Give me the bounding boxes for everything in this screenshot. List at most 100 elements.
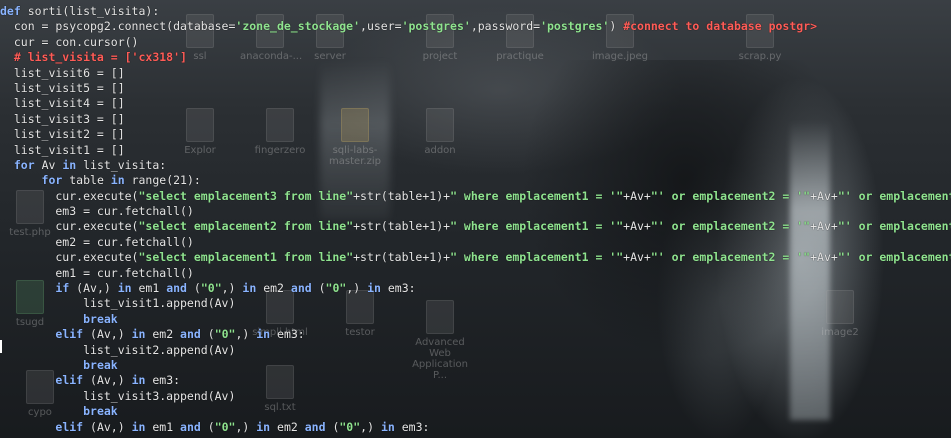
code-keyword: in [131, 419, 146, 434]
code-string: "0" [325, 281, 347, 296]
code-text: list_visit3.append(Av) [0, 388, 236, 403]
code-line: elif (Av,) in em3: [0, 373, 951, 388]
code-text: sorti(list_visita): [20, 4, 160, 18]
code-keyword: elif [55, 327, 84, 342]
code-text: ,) [221, 281, 243, 296]
code-string: "' or emplacement2 = '" [650, 219, 811, 234]
code-string: " where emplacement1 = '" [450, 219, 624, 234]
code-text: list_visit5 = [] [0, 80, 125, 95]
code-text: +Av+ [623, 250, 651, 265]
code-text: list_visit4 = [] [0, 96, 125, 111]
code-text: range(21): [124, 173, 201, 188]
code-line: for Av in list_visita: [0, 158, 951, 173]
code-text: em1 = cur.fetchall() [0, 265, 194, 280]
code-keyword: in [131, 373, 146, 388]
code-keyword: and [304, 419, 326, 434]
code-keyword: break [83, 311, 118, 326]
code-line: break [0, 312, 951, 327]
code-line: cur = con.cursor() [0, 35, 951, 50]
code-text: em2 [270, 419, 305, 434]
code-keyword: for [13, 157, 35, 172]
code-text: list_visit6 = [] [0, 65, 125, 80]
code-text: ( [186, 281, 201, 296]
code-keyword: in [256, 419, 271, 434]
code-text: list_visit1 = [] [0, 142, 125, 157]
code-line: if (Av,) in em1 and ("0",) in em2 and ("… [0, 281, 951, 296]
code-text: ,) [235, 419, 257, 434]
code-text: (Av,) [83, 327, 132, 342]
code-line: list_visit2 = [] [0, 127, 951, 142]
code-text: em1 [131, 281, 167, 296]
code-text: ,) [346, 281, 368, 296]
code-line: list_visit3 = [] [0, 112, 951, 127]
code-text: em2 [145, 327, 181, 342]
code-line: cur.execute("select emplacement3 from li… [0, 189, 951, 204]
code-text: list_visit2 = [] [0, 127, 125, 142]
code-line: cur.execute("select emplacement2 from li… [0, 219, 951, 234]
code-text: em2 = cur.fetchall() [0, 234, 194, 249]
code-string: "' or emplacement3 = '" [837, 219, 951, 234]
code-line: list_visit1.append(Av) [0, 296, 951, 311]
code-text: ( [200, 327, 215, 342]
code-string: "' or emplacement2 = '" [650, 188, 811, 203]
code-text: +str(table+1)+ [353, 250, 451, 265]
code-text: em3 = cur.fetchall() [0, 204, 194, 219]
code-text: em3: [145, 373, 181, 388]
code-line: break [0, 404, 951, 419]
code-line: em2 = cur.fetchall() [0, 235, 951, 250]
code-keyword: and [166, 281, 187, 296]
terminal-cursor [0, 340, 2, 353]
code-keyword: break [83, 357, 118, 372]
code-line: def sorti(list_visita): [0, 4, 951, 19]
code-string: "' or emplacement3 = '" [837, 188, 951, 203]
code-line: con = psycopg2.connect(database='zone_de… [0, 19, 951, 34]
code-text: cur.execute( [0, 250, 139, 265]
code-keyword: elif [55, 419, 84, 434]
code-text: ) [609, 19, 624, 34]
code-string: "0" [214, 419, 236, 434]
code-text: table [62, 173, 111, 188]
code-text: em3: [270, 327, 305, 342]
code-text: +Av+ [810, 219, 838, 234]
code-line: elif (Av,) in em1 and ("0",) in em2 and … [0, 420, 951, 435]
code-text: cur.execute( [0, 188, 139, 203]
code-line: list_visit5 = [] [0, 81, 951, 96]
code-text: con = psycopg2.connect(database= [0, 19, 236, 34]
code-line: list_visit1 = [] [0, 143, 951, 158]
code-string: 'postgres' [540, 19, 610, 34]
code-keyword: break [83, 404, 118, 419]
code-comment: # list_visita = ['cx318'] [0, 50, 187, 65]
code-text: ,) [360, 419, 381, 434]
code-line: elif (Av,) in em2 and ("0",) in em3: [0, 327, 951, 342]
code-text: +Av+ [623, 219, 651, 234]
code-text: (Av,) [83, 373, 132, 388]
code-line: cur.execute("select emplacement1 from li… [0, 250, 951, 265]
code-text: +Av+ [810, 188, 838, 203]
code-keyword: in [62, 157, 77, 172]
code-text: ,) [235, 327, 257, 342]
code-text: ,password= [470, 19, 541, 34]
code-keyword: and [180, 327, 201, 342]
code-text: cur = con.cursor() [0, 34, 139, 49]
code-string: "0" [339, 419, 361, 434]
code-keyword: in [110, 173, 125, 188]
code-keyword: for [41, 173, 63, 188]
code-string: "' or emplacement3 = '" [837, 250, 951, 265]
code-text: +Av+ [810, 250, 838, 265]
code-text: list_visita: [76, 157, 167, 172]
code-line: list_visit2.append(Av) [0, 343, 951, 358]
code-text: (Av,) [69, 281, 118, 296]
code-line: list_visit6 = [] [0, 66, 951, 81]
code-text: Av [34, 157, 63, 172]
code-keyword: in [117, 281, 132, 296]
terminal-code-view[interactable]: def sorti(list_visita): con = psycopg2.c… [0, 0, 951, 438]
code-string: " where emplacement1 = '" [450, 188, 624, 203]
code-string: "' or emplacement2 = '" [650, 250, 811, 265]
code-string: "select emplacement2 from line" [138, 219, 354, 234]
